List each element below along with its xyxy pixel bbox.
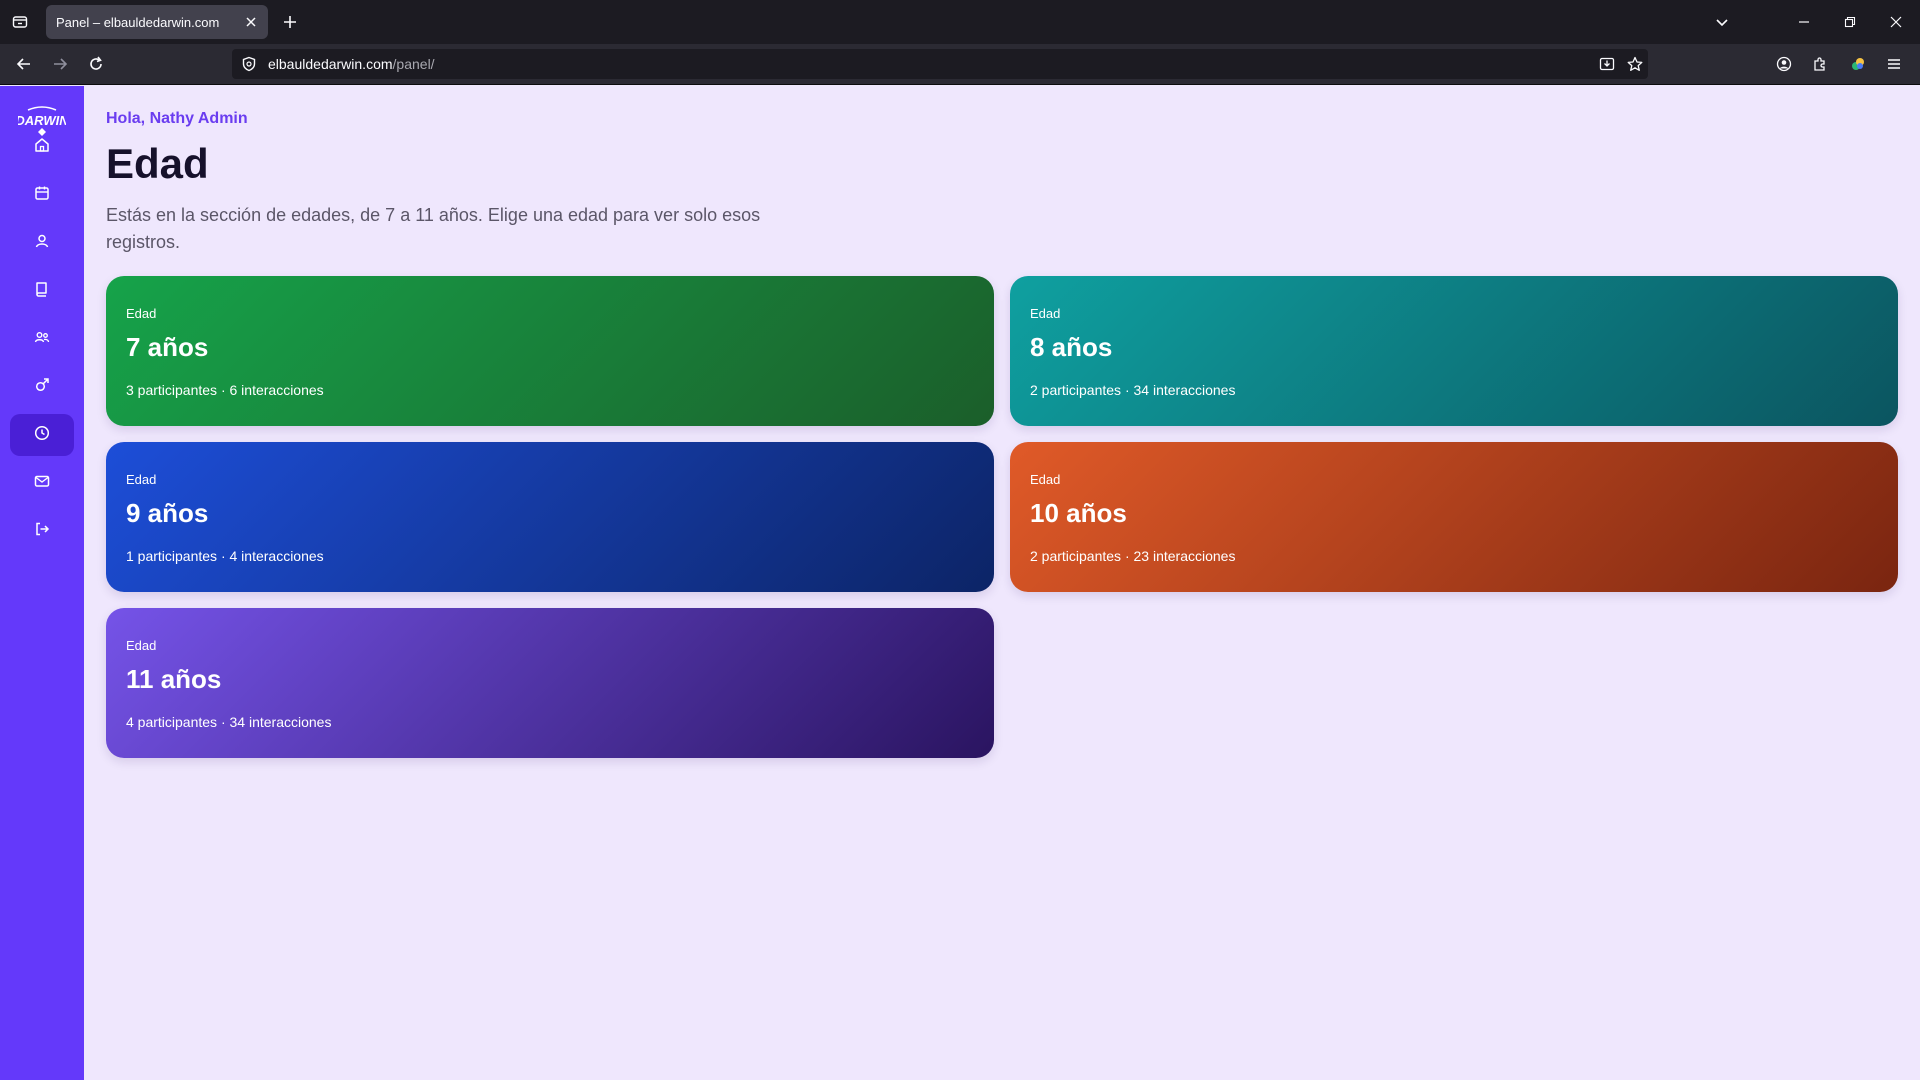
sidebar-item-mail[interactable] (10, 462, 74, 504)
age-card-value: 9 años (126, 498, 209, 528)
sidebar: DARWIN (0, 86, 84, 1080)
extensions-icon[interactable] (1808, 52, 1832, 76)
age-card-stats: 4 participantes · 34 interacciones (126, 714, 332, 730)
tab-list-icon[interactable] (8, 10, 32, 34)
age-card-label: Edad (1030, 306, 1061, 321)
age-card-stats: 2 participantes · 34 interacciones (1030, 382, 1236, 398)
sidebar-item-calendar[interactable] (10, 174, 74, 216)
age-card-value: 11 años (126, 664, 222, 694)
age-card[interactable]: Edad 10 años 2 participantes · 23 interacc… (1010, 442, 1898, 592)
age-card-label: Edad (126, 472, 157, 487)
clock-icon (33, 424, 51, 447)
user-icon (33, 232, 51, 255)
sidebar-item-logout[interactable] (10, 510, 74, 552)
sidebar-item-book[interactable] (10, 270, 74, 312)
age-card[interactable]: Edad 7 años 3 participantes · 6 interaccio… (106, 276, 994, 426)
sidebar-item-age[interactable] (10, 414, 74, 456)
sidebar-item-gender[interactable] (10, 366, 74, 408)
sidebar-item-home[interactable] (10, 126, 74, 168)
browser-tab-strip: Panel – elbauldedarwin.com (0, 0, 1920, 44)
home-icon (33, 136, 51, 159)
bookmark-star-icon[interactable] (1626, 55, 1644, 73)
age-card-stats: 1 participantes · 4 interacciones (126, 548, 324, 564)
users-icon (33, 328, 51, 351)
forward-icon[interactable] (48, 52, 72, 76)
age-card-label: Edad (1030, 472, 1061, 487)
browser-toolbar: elbauldedarwin.com/panel/ (0, 44, 1920, 85)
sidebar-item-users[interactable] (10, 318, 74, 360)
mail-icon (33, 472, 51, 495)
address-bar[interactable]: elbauldedarwin.com/panel/ (232, 49, 1648, 79)
age-card-stats: 3 participantes · 6 interacciones (126, 382, 324, 398)
age-card[interactable]: Edad 8 años 2 participantes · 34 interacci… (1010, 276, 1898, 426)
age-card-label: Edad (126, 306, 157, 321)
close-window-icon[interactable] (1884, 10, 1908, 34)
tracking-shield-icon[interactable] (240, 55, 258, 73)
colorful-extension-icon[interactable] (1846, 52, 1870, 76)
url-host: elbauldedarwin.com (268, 56, 393, 72)
greeting: Hola, Nathy Admin (106, 110, 248, 127)
logout-icon (33, 520, 51, 543)
age-card[interactable]: Edad 11 años 4 participantes · 34 interacc… (106, 608, 994, 758)
reload-icon[interactable] (84, 52, 108, 76)
book-icon (33, 280, 51, 303)
new-tab-icon[interactable] (278, 10, 302, 34)
account-icon[interactable] (1772, 52, 1796, 76)
menu-hamburger-icon[interactable] (1882, 52, 1906, 76)
age-card-label: Edad (126, 638, 157, 653)
age-card-value: 7 años (126, 332, 209, 362)
page-description: Estás en la sección de edades, de 7 a 11… (106, 205, 761, 252)
url-path: /panel/ (392, 56, 435, 72)
save-page-icon[interactable] (1598, 55, 1616, 73)
sidebar-item-user[interactable] (10, 222, 74, 264)
tab-overflow-chevron-icon[interactable] (1710, 10, 1734, 34)
restore-icon[interactable] (1838, 10, 1862, 34)
age-card-value: 8 años (1030, 332, 1113, 362)
age-card-stats: 2 participantes · 23 interacciones (1030, 548, 1236, 564)
page-title: Edad (106, 140, 209, 187)
tab-close-icon[interactable] (242, 13, 260, 31)
age-card-value: 10 años (1030, 498, 1127, 528)
gender-icon (33, 376, 51, 399)
tab-title: Panel – elbauldedarwin.com (56, 14, 220, 30)
calendar-icon (33, 184, 51, 207)
back-icon[interactable] (12, 52, 36, 76)
browser-tab[interactable]: Panel – elbauldedarwin.com (46, 5, 268, 39)
minimize-icon[interactable] (1792, 10, 1816, 34)
age-card[interactable]: Edad 9 años 1 participantes · 4 interaccio… (106, 442, 994, 592)
